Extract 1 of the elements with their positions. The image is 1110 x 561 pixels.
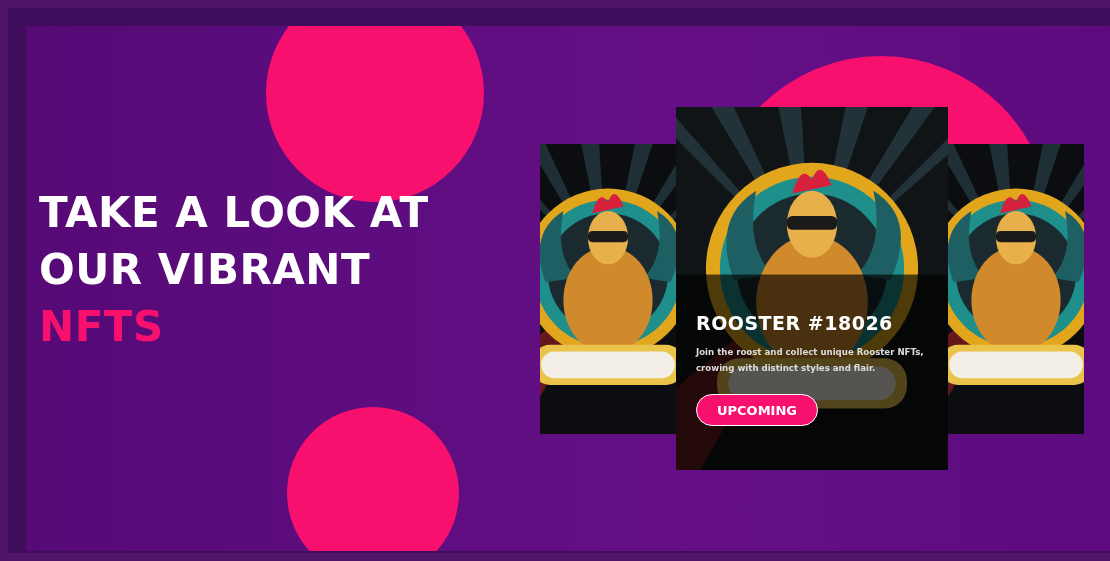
heading: TAKE A LOOK AT OUR VIBRANT NFTS bbox=[39, 187, 429, 353]
